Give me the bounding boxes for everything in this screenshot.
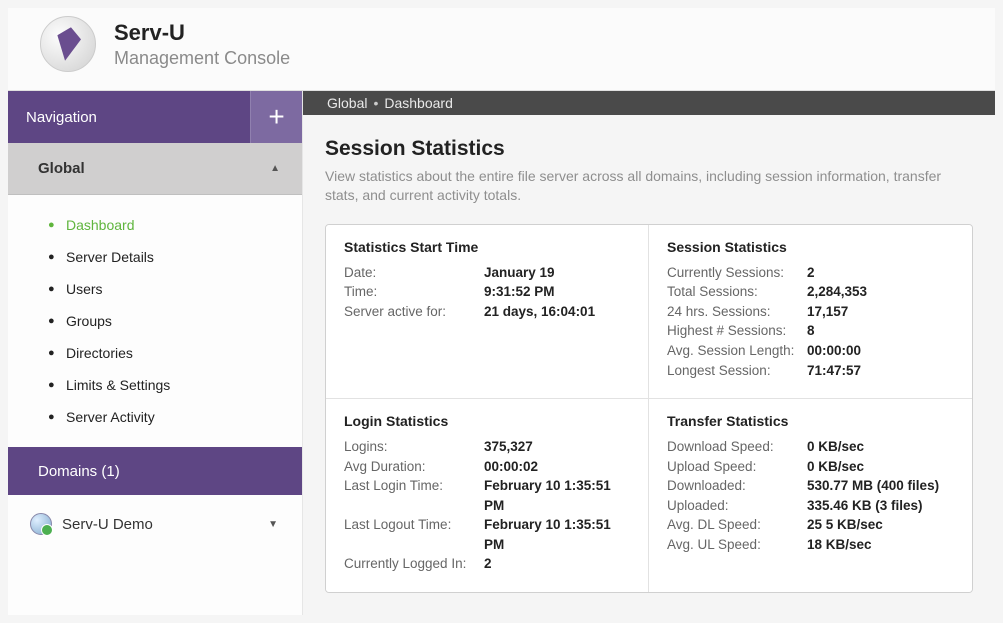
stat-value: 25 5 KB/sec: [807, 515, 883, 535]
sidebar-item-server-details[interactable]: ● Server Details: [8, 241, 302, 273]
chevron-down-icon: ▼: [268, 519, 278, 530]
stat-label: Upload Speed:: [667, 457, 807, 477]
stat-value: 530.77 MB (400 files): [807, 476, 939, 496]
stat-label: Downloaded:: [667, 476, 807, 496]
global-section-label: Global: [38, 160, 85, 177]
navigation-label: Navigation: [8, 109, 115, 126]
transfer-stats-card: Transfer Statistics Download Speed:0 KB/…: [649, 399, 972, 592]
domains-header[interactable]: Domains (1): [8, 447, 302, 495]
breadcrumb-global[interactable]: Global: [327, 95, 367, 111]
stat-label: Date:: [344, 263, 484, 283]
stat-value: January 19: [484, 263, 555, 283]
app-header: Serv-U Management Console: [8, 8, 995, 91]
sidebar: Navigation + Global ▲ ● Dashboard ● Serv…: [8, 91, 303, 615]
sidebar-item-users[interactable]: ● Users: [8, 273, 302, 305]
card-title: Statistics Start Time: [344, 239, 630, 255]
domain-item[interactable]: Serv-U Demo ▼: [8, 495, 302, 553]
stat-value: 2,284,353: [807, 282, 867, 302]
bullet-icon: ●: [48, 379, 66, 391]
stat-label: Logins:: [344, 437, 484, 457]
card-title: Transfer Statistics: [667, 413, 954, 429]
sidebar-item-label: Limits & Settings: [66, 377, 170, 393]
sidebar-item-label: Server Activity: [66, 409, 155, 425]
chevron-up-icon: ▲: [270, 163, 280, 174]
login-stats-card: Login Statistics Logins:375,327 Avg Dura…: [326, 399, 649, 592]
stat-value: 335.46 KB (3 files): [807, 496, 923, 516]
stat-label: Longest Session:: [667, 361, 807, 381]
globe-icon: [30, 513, 52, 535]
breadcrumb: Global • Dashboard: [303, 91, 995, 115]
stat-value: 9:31:52 PM: [484, 282, 555, 302]
stat-label: Last Logout Time:: [344, 515, 484, 554]
stat-value: February 10 1:35:51 PM: [484, 515, 630, 554]
domains-label: Domains (1): [38, 463, 120, 480]
global-section-toggle[interactable]: Global ▲: [8, 143, 302, 195]
stat-label: Highest # Sessions:: [667, 321, 807, 341]
stat-value: 71:47:57: [807, 361, 861, 381]
sidebar-item-label: Dashboard: [66, 217, 135, 233]
add-button[interactable]: +: [250, 91, 302, 143]
sidebar-item-limits-settings[interactable]: ● Limits & Settings: [8, 369, 302, 401]
bullet-icon: ●: [48, 347, 66, 359]
stat-value: 8: [807, 321, 815, 341]
stat-value: 2: [484, 554, 492, 574]
stat-value: 2: [807, 263, 815, 283]
stat-label: Last Login Time:: [344, 476, 484, 515]
stat-label: Time:: [344, 282, 484, 302]
breadcrumb-dashboard[interactable]: Dashboard: [384, 95, 453, 111]
bullet-icon: ●: [48, 315, 66, 327]
page-title: Session Statistics: [325, 137, 973, 161]
brand-title: Serv-U: [114, 20, 290, 46]
nav-list: ● Dashboard ● Server Details ● Users ● G…: [8, 195, 302, 447]
stats-start-time-card: Statistics Start Time Date:January 19 Ti…: [326, 225, 649, 399]
sidebar-item-label: Groups: [66, 313, 112, 329]
breadcrumb-separator: •: [373, 95, 378, 111]
session-stats-card: Session Statistics Currently Sessions:2 …: [649, 225, 972, 399]
sidebar-item-server-activity[interactable]: ● Server Activity: [8, 401, 302, 433]
stat-label: Currently Sessions:: [667, 263, 807, 283]
sidebar-item-label: Directories: [66, 345, 133, 361]
navigation-header: Navigation +: [8, 91, 302, 143]
sidebar-item-directories[interactable]: ● Directories: [8, 337, 302, 369]
stat-value: 00:00:02: [484, 457, 538, 477]
stat-value: 17,157: [807, 302, 848, 322]
stat-label: Avg Duration:: [344, 457, 484, 477]
card-title: Session Statistics: [667, 239, 954, 255]
stat-value: 18 KB/sec: [807, 535, 872, 555]
stat-label: Download Speed:: [667, 437, 807, 457]
stat-value: February 10 1:35:51 PM: [484, 476, 630, 515]
plus-icon: +: [268, 101, 284, 133]
bullet-icon: ●: [48, 251, 66, 263]
domain-name: Serv-U Demo: [62, 516, 153, 533]
bullet-icon: ●: [48, 219, 66, 231]
stat-value: 375,327: [484, 437, 533, 457]
sidebar-item-label: Server Details: [66, 249, 154, 265]
main-area: Global • Dashboard Session Statistics Vi…: [303, 91, 995, 615]
stat-label: Avg. Session Length:: [667, 341, 807, 361]
stat-value: 0 KB/sec: [807, 437, 864, 457]
stat-label: Total Sessions:: [667, 282, 807, 302]
bullet-icon: ●: [48, 411, 66, 423]
card-title: Login Statistics: [344, 413, 630, 429]
bullet-icon: ●: [48, 283, 66, 295]
stat-label: Avg. UL Speed:: [667, 535, 807, 555]
page-description: View statistics about the entire file se…: [325, 167, 965, 206]
app-logo-icon: [40, 16, 96, 72]
stat-label: Uploaded:: [667, 496, 807, 516]
sidebar-item-dashboard[interactable]: ● Dashboard: [8, 209, 302, 241]
stat-label: Avg. DL Speed:: [667, 515, 807, 535]
stat-label: 24 hrs. Sessions:: [667, 302, 807, 322]
sidebar-item-label: Users: [66, 281, 103, 297]
stat-label: Currently Logged In:: [344, 554, 484, 574]
stat-value: 00:00:00: [807, 341, 861, 361]
stats-grid: Statistics Start Time Date:January 19 Ti…: [325, 224, 973, 593]
brand-subtitle: Management Console: [114, 48, 290, 69]
stat-value: 0 KB/sec: [807, 457, 864, 477]
stat-label: Server active for:: [344, 302, 484, 322]
stat-value: 21 days, 16:04:01: [484, 302, 595, 322]
sidebar-item-groups[interactable]: ● Groups: [8, 305, 302, 337]
